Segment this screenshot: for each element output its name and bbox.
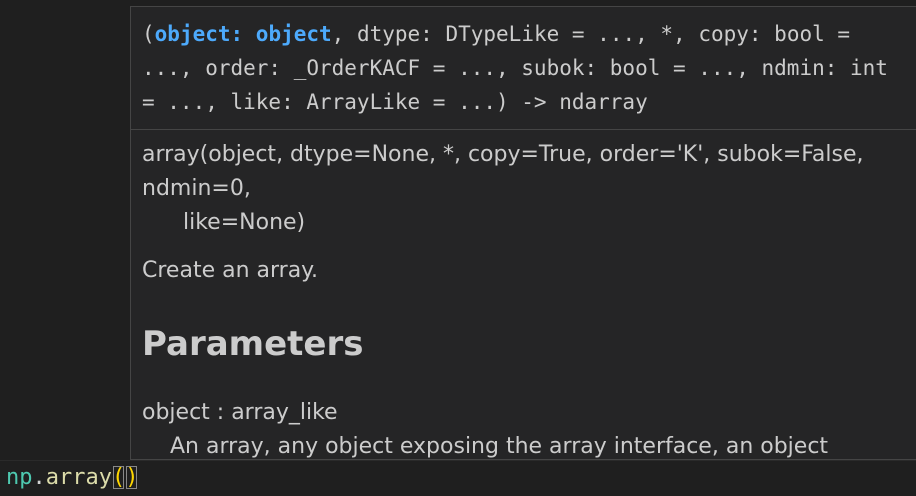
module-token[interactable]: np	[6, 465, 33, 490]
dot-token[interactable]: .	[33, 465, 46, 490]
signature-help-popup: (object: object, dtype: DTypeLike = ...,…	[130, 6, 916, 460]
documentation: array(object, dtype=None, *, copy=True, …	[131, 130, 916, 459]
doc-call-line: ndmin=0,	[142, 176, 251, 201]
doc-call-line: array(object, dtype=None, *, copy=True, …	[142, 142, 864, 167]
code-editor[interactable]: (object: object, dtype: DTypeLike = ...,…	[0, 0, 916, 496]
function-token[interactable]: array	[46, 465, 112, 490]
doc-param-name: object : array_like	[142, 400, 338, 425]
doc-summary: Create an array.	[142, 258, 319, 283]
open-paren-token[interactable]: (	[112, 465, 125, 490]
function-signature: (object: object, dtype: DTypeLike = ...,…	[131, 7, 916, 130]
code-line[interactable]: np.array()	[0, 460, 916, 494]
close-paren-token[interactable]: )	[125, 465, 138, 490]
signature-open-paren: (	[142, 22, 155, 46]
doc-section-heading: Parameters	[142, 324, 364, 364]
doc-param-description: An array, any object exposing the array …	[170, 434, 829, 459]
doc-call-line: like=None)	[183, 210, 306, 235]
signature-active-parameter: object: object	[154, 22, 332, 46]
